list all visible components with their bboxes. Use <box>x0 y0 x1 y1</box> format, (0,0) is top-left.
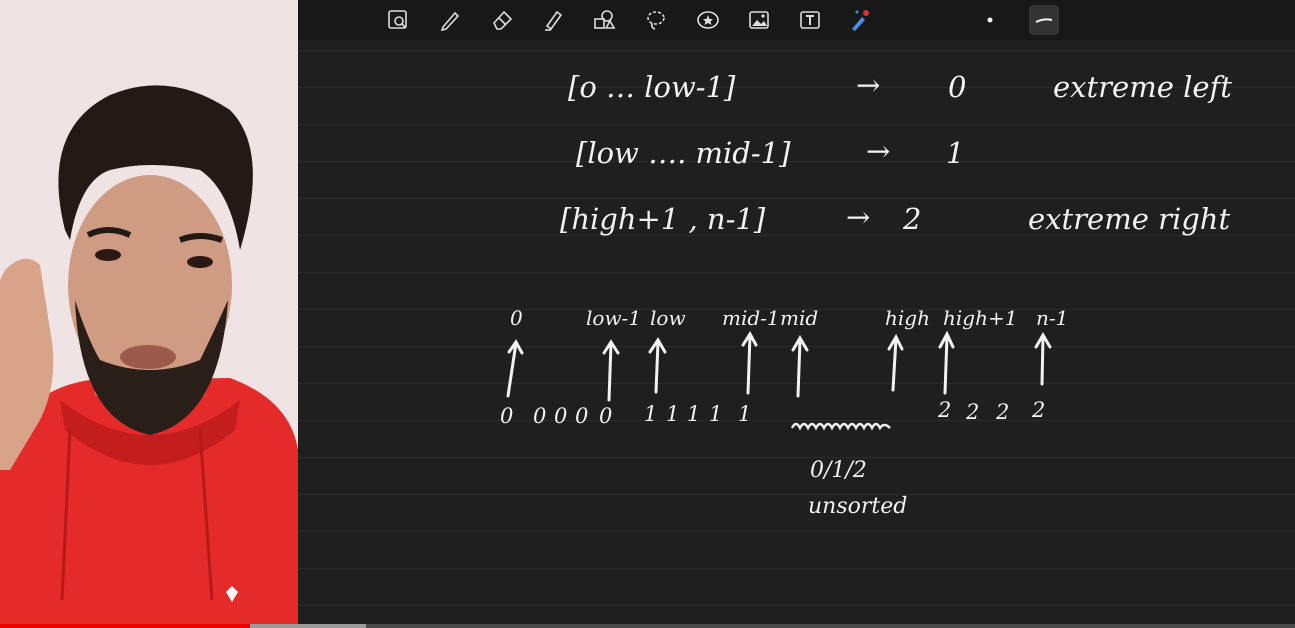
arrow-mid <box>791 335 809 398</box>
label-zero: 0 <box>510 306 523 330</box>
choices-note: 0/1/2 <box>810 458 867 483</box>
ones-digit-3: 1 <box>687 402 701 426</box>
shapes-icon[interactable] <box>589 5 619 35</box>
arrow-high-plus-1 <box>938 330 955 395</box>
drawing-toolbar <box>298 0 1295 40</box>
image-icon[interactable] <box>744 5 774 35</box>
twos-digit-4: 2 <box>1032 398 1046 422</box>
text-box-icon[interactable] <box>795 5 825 35</box>
label-n-minus-1: n-1 <box>1036 306 1069 330</box>
zeros-digit-2: 0 <box>533 404 547 428</box>
label-high: high <box>885 306 930 330</box>
label-low-minus-1: low-1 <box>586 306 642 330</box>
highlighter-icon[interactable] <box>538 5 568 35</box>
ones-digit-5: 1 <box>738 402 752 426</box>
unsorted-scribble <box>790 422 891 431</box>
played-bar <box>0 624 250 628</box>
laser-pointer-icon[interactable] <box>844 5 874 35</box>
note-line3-range: [high+1 , n-1] <box>560 202 766 236</box>
twos-digit-3: 2 <box>996 400 1010 424</box>
arrow-low <box>648 337 667 394</box>
note-line2-value: 1 <box>946 136 965 170</box>
zeros-digit-5: 0 <box>599 404 613 428</box>
note-line1-comment: extreme left <box>1053 70 1232 104</box>
page-zoom-icon[interactable] <box>383 5 413 35</box>
label-mid: mid <box>780 306 819 330</box>
arrow-high <box>887 333 904 392</box>
presenter-illustration <box>0 0 298 628</box>
arrow-low-minus-1 <box>602 339 620 402</box>
note-line3-value: 2 <box>903 202 922 236</box>
color-dot-icon[interactable] <box>975 5 1005 35</box>
eraser-icon[interactable] <box>487 5 517 35</box>
note-line1-value: 0 <box>948 70 967 104</box>
stroke-width-icon[interactable] <box>1029 5 1059 35</box>
ones-digit-4: 1 <box>709 402 723 426</box>
unsorted-note: unsorted <box>808 494 908 519</box>
presenter-video <box>0 0 298 628</box>
zeros-digit-4: 0 <box>575 404 589 428</box>
note-line1-arrow: → <box>856 68 881 102</box>
note-line2-arrow: → <box>866 134 891 168</box>
note-line2-range: [low …. mid-1] <box>576 136 791 170</box>
zeros-digit-3: 0 <box>554 404 568 428</box>
note-line3-comment: extreme right <box>1028 202 1231 236</box>
ones-digit-2: 1 <box>666 402 680 426</box>
pen-icon[interactable] <box>435 5 465 35</box>
video-progress-bar[interactable] <box>0 624 1295 628</box>
label-high-plus-1: high+1 <box>943 306 1018 330</box>
twos-digit-1: 2 <box>938 398 952 422</box>
twos-digit-2: 2 <box>966 400 980 424</box>
arrow-zero <box>506 339 524 398</box>
arrow-n-minus-1 <box>1034 332 1052 386</box>
whiteboard-canvas[interactable]: [o … low-1] → 0 extreme left [low …. mid… <box>298 0 1295 628</box>
note-line1-range: [o … low-1] <box>568 70 736 104</box>
lasso-icon[interactable] <box>641 5 671 35</box>
ones-digit-1: 1 <box>644 402 658 426</box>
label-mid-minus-1: mid-1 <box>722 306 780 330</box>
sticker-icon[interactable] <box>693 5 723 35</box>
note-line3-arrow: → <box>846 200 871 234</box>
arrow-mid-minus-1 <box>741 331 758 395</box>
label-low: low <box>650 306 686 330</box>
zeros-digit-1: 0 <box>500 404 514 428</box>
